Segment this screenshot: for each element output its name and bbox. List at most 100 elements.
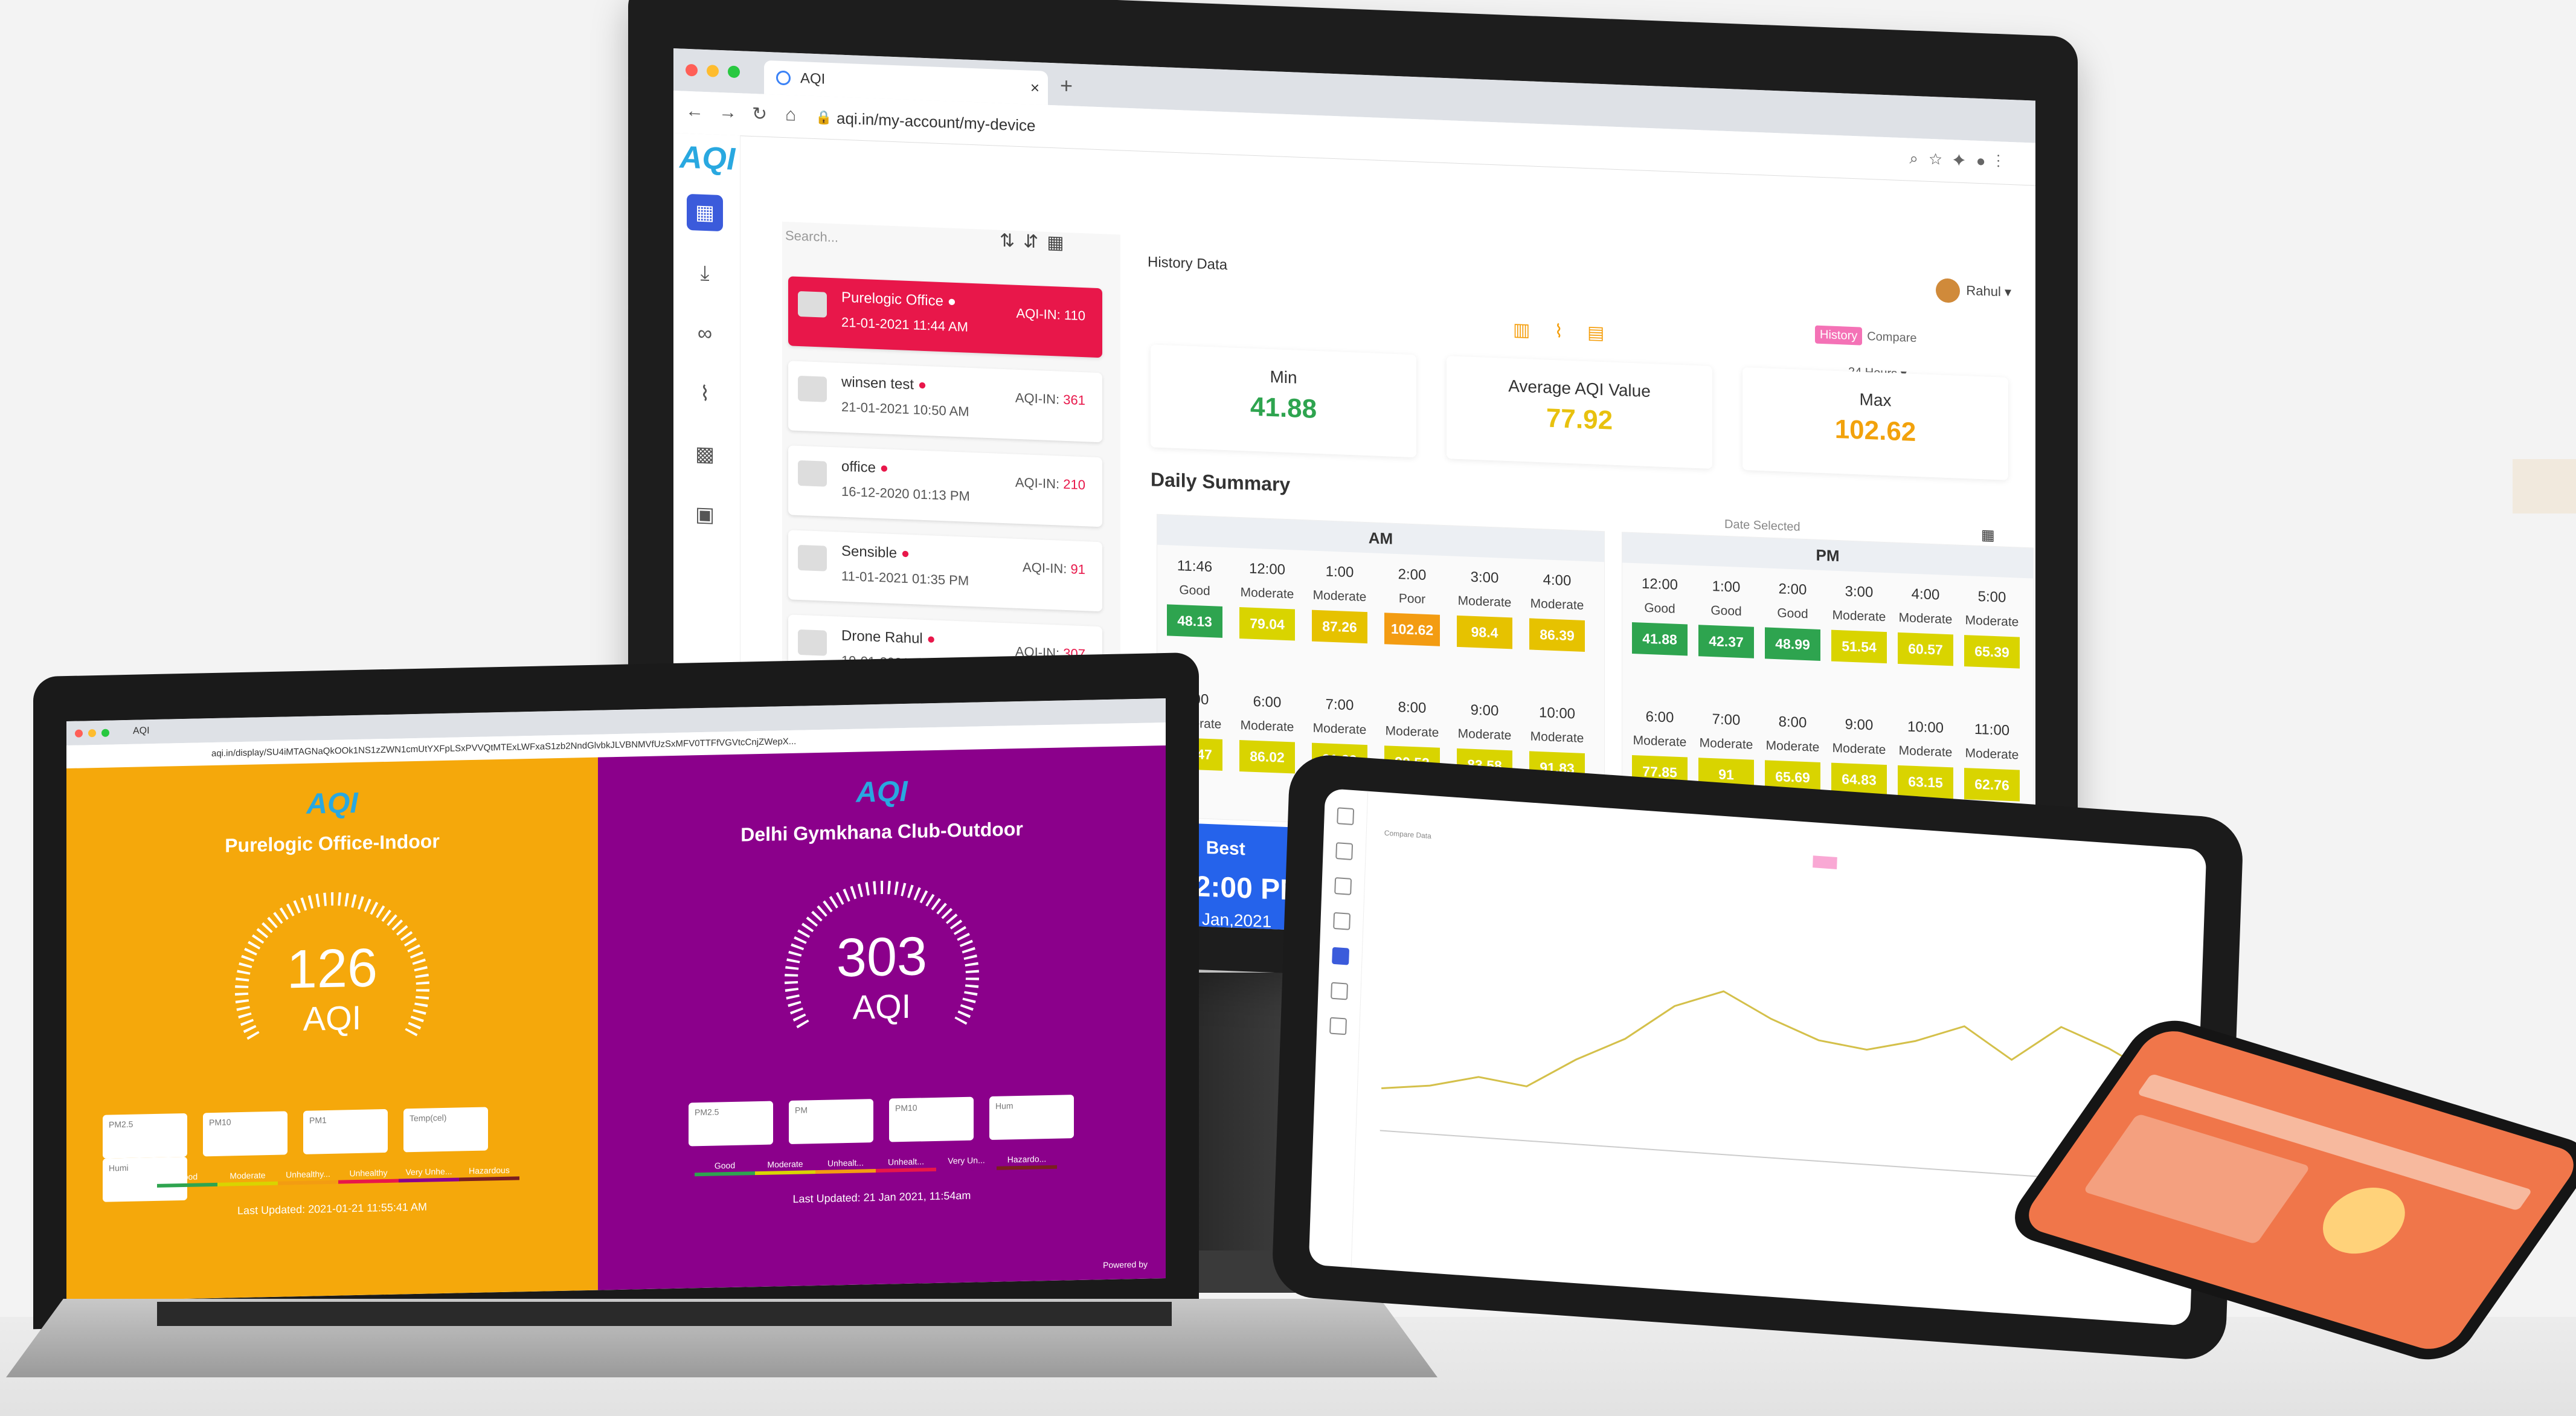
device-thumbnail [798,291,827,318]
chart-type-icons[interactable]: ▥⌇▤ [1513,319,1628,344]
user-name: Rahul [1966,283,2001,300]
maximize-window-dot[interactable] [101,729,109,737]
device-date: 16-12-2020 01:13 PM [841,483,970,504]
summary-time: 8:00 [1778,713,1807,732]
max-card: Max 102.62 [1742,367,2008,480]
device-thumbnail [798,375,827,402]
metric-card: PM1 [303,1109,388,1154]
aqi-tab-icon [776,70,791,86]
download-icon[interactable]: ⤓ [687,254,723,292]
device-card[interactable]: office ● 16-12-2020 01:13 PM AQI-IN: 210 [788,445,1102,527]
summary-value: 60.57 [1898,632,1953,666]
legend-label: Unhealthy... [286,1168,330,1180]
outdoor-panel: AQI Delhi Gymkhana Club-Outdoor 303 AQI … [598,745,1166,1290]
legend-label: Moderate [230,1170,266,1181]
lock-icon: 🔒 [815,109,832,126]
close-tab-icon[interactable]: × [1030,71,1039,105]
legend-label: Good [176,1171,198,1182]
tablet-nav-icon[interactable] [1334,877,1352,895]
legend-label: Hazardo... [1007,1154,1047,1165]
dashboard-icon[interactable]: ▦ [687,193,723,232]
minimize-window-dot[interactable] [88,729,96,738]
minimize-window-dot[interactable] [707,65,719,77]
grid-icon[interactable]: ▣ [687,496,723,533]
summary-time: 1:00 [1325,563,1354,581]
summary-cell: 8:00 Moderate 65.69 [1762,713,1823,794]
metric-card: PM10 [889,1096,974,1142]
maximize-window-dot[interactable] [728,65,740,79]
device-card[interactable]: Sensible ● 11-01-2021 01:35 PM AQI-IN: 91 [788,530,1102,612]
tablet-nav-icon[interactable] [1331,982,1349,1000]
summary-cell: 4:00 Moderate 86.39 [1527,571,1587,652]
indoor-metrics: PM2.5 PM10 PM1 Temp(cel)Humi [103,1105,598,1202]
min-value: 41.88 [1250,391,1317,424]
legend-item: Good [695,1160,755,1177]
forward-icon[interactable]: → [719,102,737,123]
summary-value: 42.37 [1698,625,1754,658]
summary-value: 86.02 [1239,739,1295,774]
summary-status: Moderate [1832,741,1886,758]
link-icon[interactable]: ∞ [687,315,723,352]
avg-card: Average AQI Value 77.92 [1447,356,1712,469]
laptop-tab-title[interactable]: AQI [133,726,150,737]
powered-by: Powered by [1103,1259,1148,1270]
legend-label: Unhealt... [888,1156,924,1167]
summary-status: Moderate [1312,721,1367,738]
avg-label: Average AQI Value [1508,376,1651,401]
tablet-nav-icon-active[interactable] [1332,947,1350,965]
compare-tab[interactable]: Compare [1862,327,1921,348]
outdoor-last-updated: Last Updated: 21 Jan 2021, 11:54am [792,1189,971,1205]
tablet-nav-icon[interactable] [1337,807,1355,826]
summary-value: 65.39 [1964,635,2020,669]
date-selected-field[interactable]: Date Selected [1724,518,1800,535]
legend-item: Very Un... [936,1155,997,1171]
metric-card: PM2.5 [103,1113,187,1159]
summary-value: 79.04 [1239,607,1295,641]
compare-go-button[interactable] [1813,855,1837,869]
outdoor-name: Delhi Gymkhana Club-Outdoor [740,817,1023,846]
history-compare-toggle[interactable]: History Compare [1815,325,1922,348]
legend-label: Good [714,1160,736,1171]
summary-time: 12:00 [1248,560,1286,578]
summary-cell: 1:00 Good 42.37 [1696,578,1756,658]
calendar-icon[interactable]: ▦ [1981,526,1995,544]
device-name: Drone Rahul ● [841,627,936,648]
close-window-dot[interactable] [75,729,83,738]
summary-time: 7:00 [1325,696,1354,714]
chart-icon[interactable]: ⌇ [687,375,723,413]
home-icon[interactable]: ⌂ [785,105,796,126]
summary-cell: 2:00 Good 48.99 [1762,580,1823,661]
history-tab[interactable]: History [1815,325,1863,346]
indoor-gauge: 126 AQI [217,875,447,1061]
avatar [1936,278,1961,303]
user-menu[interactable]: Rahul ▾ [1936,278,2011,305]
device-aqi: AQI-IN: 361 [1015,390,1085,408]
tablet-nav-icon[interactable] [1335,842,1354,860]
outdoor-legend: Good Moderate Unhealt... Unhealt... Very Un.… [695,1154,1057,1177]
list-tools[interactable]: ⇅⇵▦ [1000,230,1073,254]
legend-label: Unhealthy [349,1167,388,1179]
tablet-nav-icon[interactable] [1333,912,1351,930]
device-name: winsen test ● [841,373,927,394]
summary-cell: 1:00 Moderate 87.26 [1309,562,1370,644]
compare-filters[interactable]: Compare Data [1384,829,1431,840]
summary-time: 2:00 [1398,566,1427,584]
new-tab-button[interactable]: + [1060,73,1073,99]
outdoor-aqi-value: 303 [836,926,928,989]
device-thumbnail [798,544,827,571]
device-card[interactable]: winsen test ● 21-01-2021 10:50 AM AQI-IN: … [788,361,1102,443]
browser-actions[interactable]: ⌕☆✦●⋮ [1909,149,2011,172]
back-icon[interactable]: ← [686,101,704,122]
tablet-nav-icon[interactable] [1329,1017,1347,1035]
tab-title: AQI [800,70,826,88]
device-card[interactable]: Purelogic Office ● 21-01-2021 11:44 AM AQI… [788,276,1102,358]
close-window-dot[interactable] [686,63,698,77]
device-search-input[interactable]: Search... [785,228,838,245]
device-aqi: AQI-IN: 110 [1016,305,1085,324]
reload-icon[interactable]: ↻ [752,103,767,125]
tablet: Compare Data [1271,752,2244,1362]
legend-item: Hazardo... [997,1154,1057,1170]
url-field[interactable]: aqi.in/my-account/my-device [837,109,1035,135]
qr-icon[interactable]: ▩ [687,436,723,473]
summary-status: Moderate [1457,593,1512,610]
